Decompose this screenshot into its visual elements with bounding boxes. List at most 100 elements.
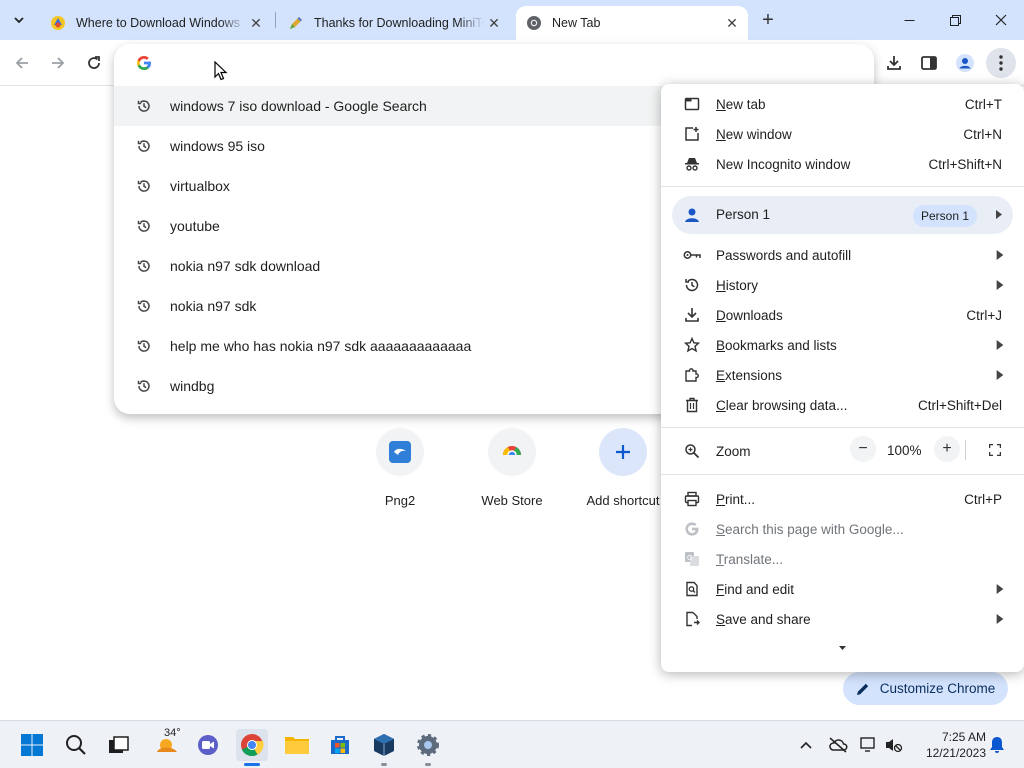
tab-windows-iso[interactable]: Where to Download Windows 7 ISO ✕ (40, 6, 272, 40)
suggestion-item[interactable]: windows 95 iso (114, 126, 674, 166)
downloads-button[interactable] (879, 48, 909, 78)
file-explorer-button[interactable] (281, 729, 313, 761)
shortcut-png2[interactable]: Png2 (345, 428, 455, 508)
close-icon (995, 14, 1007, 26)
tab-title: Where to Download Windows 7 ISO (76, 16, 246, 30)
start-button[interactable] (16, 729, 48, 761)
submenu-arrow-icon (996, 370, 1004, 380)
profile-button[interactable] (950, 48, 980, 78)
close-icon[interactable]: ✕ (484, 13, 504, 33)
menu-item-person[interactable]: Person 1 Person 1 (672, 196, 1013, 234)
onedrive-tray[interactable] (826, 733, 850, 757)
menu-label: Translate... (716, 551, 784, 567)
gear-icon (417, 734, 439, 756)
history-icon (683, 276, 701, 294)
menu-label: Find and edit (716, 581, 795, 597)
forward-button[interactable] (43, 48, 73, 78)
menu-item-new-window[interactable]: New window Ctrl+N (661, 119, 1024, 149)
shortcut-icon (376, 428, 424, 476)
submenu-arrow-icon (996, 210, 1002, 219)
new-window-icon (683, 125, 701, 143)
teams-button[interactable] (192, 729, 224, 761)
minitool-icon (50, 15, 66, 31)
suggestion-item[interactable]: windbg (114, 366, 674, 406)
show-hidden-icons-button[interactable] (794, 733, 818, 757)
profile-badge: Person 1 (912, 205, 977, 227)
shortcut-web-store[interactable]: Web Store (457, 428, 567, 508)
side-panel-button[interactable] (914, 48, 944, 78)
arrow-right-icon (52, 57, 65, 69)
zoom-icon (683, 442, 701, 460)
menu-item-search-page[interactable]: Search this page with Google... (661, 514, 1024, 544)
tab-title: Thanks for Downloading MiniTool (314, 16, 484, 30)
fullscreen-button[interactable] (984, 439, 1006, 461)
menu-shortcut: Ctrl+N (963, 126, 1002, 142)
menu-item-history[interactable]: History (661, 270, 1024, 300)
back-button[interactable] (7, 48, 37, 78)
settings-button[interactable] (412, 729, 444, 766)
close-window-button[interactable] (978, 0, 1024, 40)
chevron-down-icon (14, 17, 24, 24)
google-g-icon (683, 520, 701, 538)
task-view-button[interactable] (103, 729, 135, 761)
suggestion-text: youtube (170, 218, 220, 234)
reload-button[interactable] (79, 48, 109, 78)
close-icon[interactable]: ✕ (246, 13, 266, 33)
zoom-in-button[interactable]: + (934, 436, 960, 462)
menu-item-translate[interactable]: G Translate... (661, 544, 1024, 574)
tab-search-button[interactable] (6, 7, 32, 33)
menu-item-zoom: Zoom (661, 436, 1024, 466)
cloud-off-icon (829, 737, 848, 753)
chrome-taskbar-button[interactable] (236, 729, 268, 766)
menu-label: Passwords and autofill (716, 247, 852, 263)
menu-item-find-edit[interactable]: Find and edit (661, 574, 1024, 604)
network-tray[interactable] (858, 733, 882, 757)
volume-tray[interactable] (882, 733, 906, 757)
menu-item-new-tab[interactable]: New tab Ctrl+T (661, 89, 1024, 119)
menu-item-clear-data[interactable]: Clear browsing data... Ctrl+Shift+Del (661, 390, 1024, 420)
chrome-menu-button[interactable] (986, 48, 1016, 78)
menu-item-incognito[interactable]: New Incognito window Ctrl+Shift+N (661, 149, 1024, 179)
pencil-icon (288, 15, 304, 31)
suggestion-item[interactable]: nokia n97 sdk (114, 286, 674, 326)
suggestion-item[interactable]: help me who has nokia n97 sdk aaaaaaaaaa… (114, 326, 674, 366)
tab-thanks-minitool[interactable]: Thanks for Downloading MiniTool ✕ (278, 6, 510, 40)
tab-new-tab[interactable]: New Tab ✕ (516, 6, 748, 40)
menu-label: New Incognito window (716, 156, 851, 172)
new-tab-button[interactable]: + (756, 8, 780, 32)
menu-item-downloads[interactable]: Downloads Ctrl+J (661, 300, 1024, 330)
menu-label: New tab (716, 96, 766, 112)
menu-item-save-share[interactable]: Save and share (661, 604, 1024, 634)
suggestion-item[interactable]: nokia n97 sdk download (114, 246, 674, 286)
weather-widget[interactable]: 34° (150, 727, 182, 761)
restore-button[interactable] (932, 0, 978, 40)
translate-icon: G (683, 550, 701, 568)
close-icon[interactable]: ✕ (722, 13, 742, 33)
suggestion-item[interactable]: youtube (114, 206, 674, 246)
clock[interactable]: 7:25 AM 12/21/2023 (908, 729, 986, 761)
menu-item-extensions[interactable]: Extensions (661, 360, 1024, 390)
history-icon (135, 217, 153, 235)
menu-item-bookmarks[interactable]: Bookmarks and lists (661, 330, 1024, 360)
menu-item-passwords[interactable]: Passwords and autofill (661, 240, 1024, 270)
virtualbox-button[interactable] (368, 729, 400, 766)
store-button[interactable] (324, 729, 356, 761)
menu-item-print[interactable]: Print... Ctrl+P (661, 484, 1024, 514)
address-bar[interactable] (114, 44, 874, 84)
fullscreen-icon (989, 444, 1001, 456)
folder-icon (285, 737, 309, 754)
more-vertical-icon (999, 55, 1003, 71)
suggestion-item[interactable]: virtualbox (114, 166, 674, 206)
speaker-muted-icon (886, 739, 903, 753)
menu-divider (661, 427, 1024, 428)
search-button[interactable] (60, 729, 92, 761)
menu-scroll-down[interactable] (837, 644, 847, 652)
notifications-button[interactable] (985, 733, 1009, 757)
minimize-button[interactable] (886, 0, 932, 40)
tab-separator (275, 12, 276, 28)
customize-chrome-button[interactable]: Customize Chrome (843, 672, 1008, 705)
suggestion-item[interactable]: windows 7 iso download - Google Search (114, 86, 674, 126)
arrow-left-icon (15, 57, 28, 69)
history-icon (135, 337, 153, 355)
zoom-out-button[interactable]: − (850, 436, 876, 462)
